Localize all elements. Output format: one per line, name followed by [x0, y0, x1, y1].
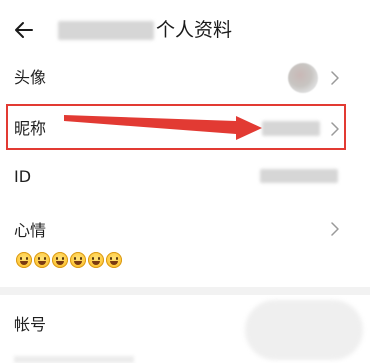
- grin-emoji-icon: [88, 252, 104, 268]
- id-label: ID: [14, 167, 32, 186]
- blurred-next-row: [14, 356, 134, 363]
- chevron-right-icon: [331, 222, 339, 236]
- account-label: 帐号: [14, 315, 47, 334]
- mood-label: 心情: [14, 221, 47, 240]
- mood-emoji-list: [16, 252, 122, 270]
- grin-emoji-icon: [52, 252, 68, 268]
- grin-emoji-icon: [16, 252, 32, 268]
- blurred-id-value: [260, 169, 338, 183]
- section-divider: [0, 287, 370, 295]
- profile-page: 个人资料 头像 昵称 ID 心情 帐号: [0, 0, 370, 363]
- grin-emoji-icon: [34, 252, 50, 268]
- grin-emoji-icon: [70, 252, 86, 268]
- grin-emoji-icon: [106, 252, 122, 268]
- blurred-account-value: [245, 300, 363, 360]
